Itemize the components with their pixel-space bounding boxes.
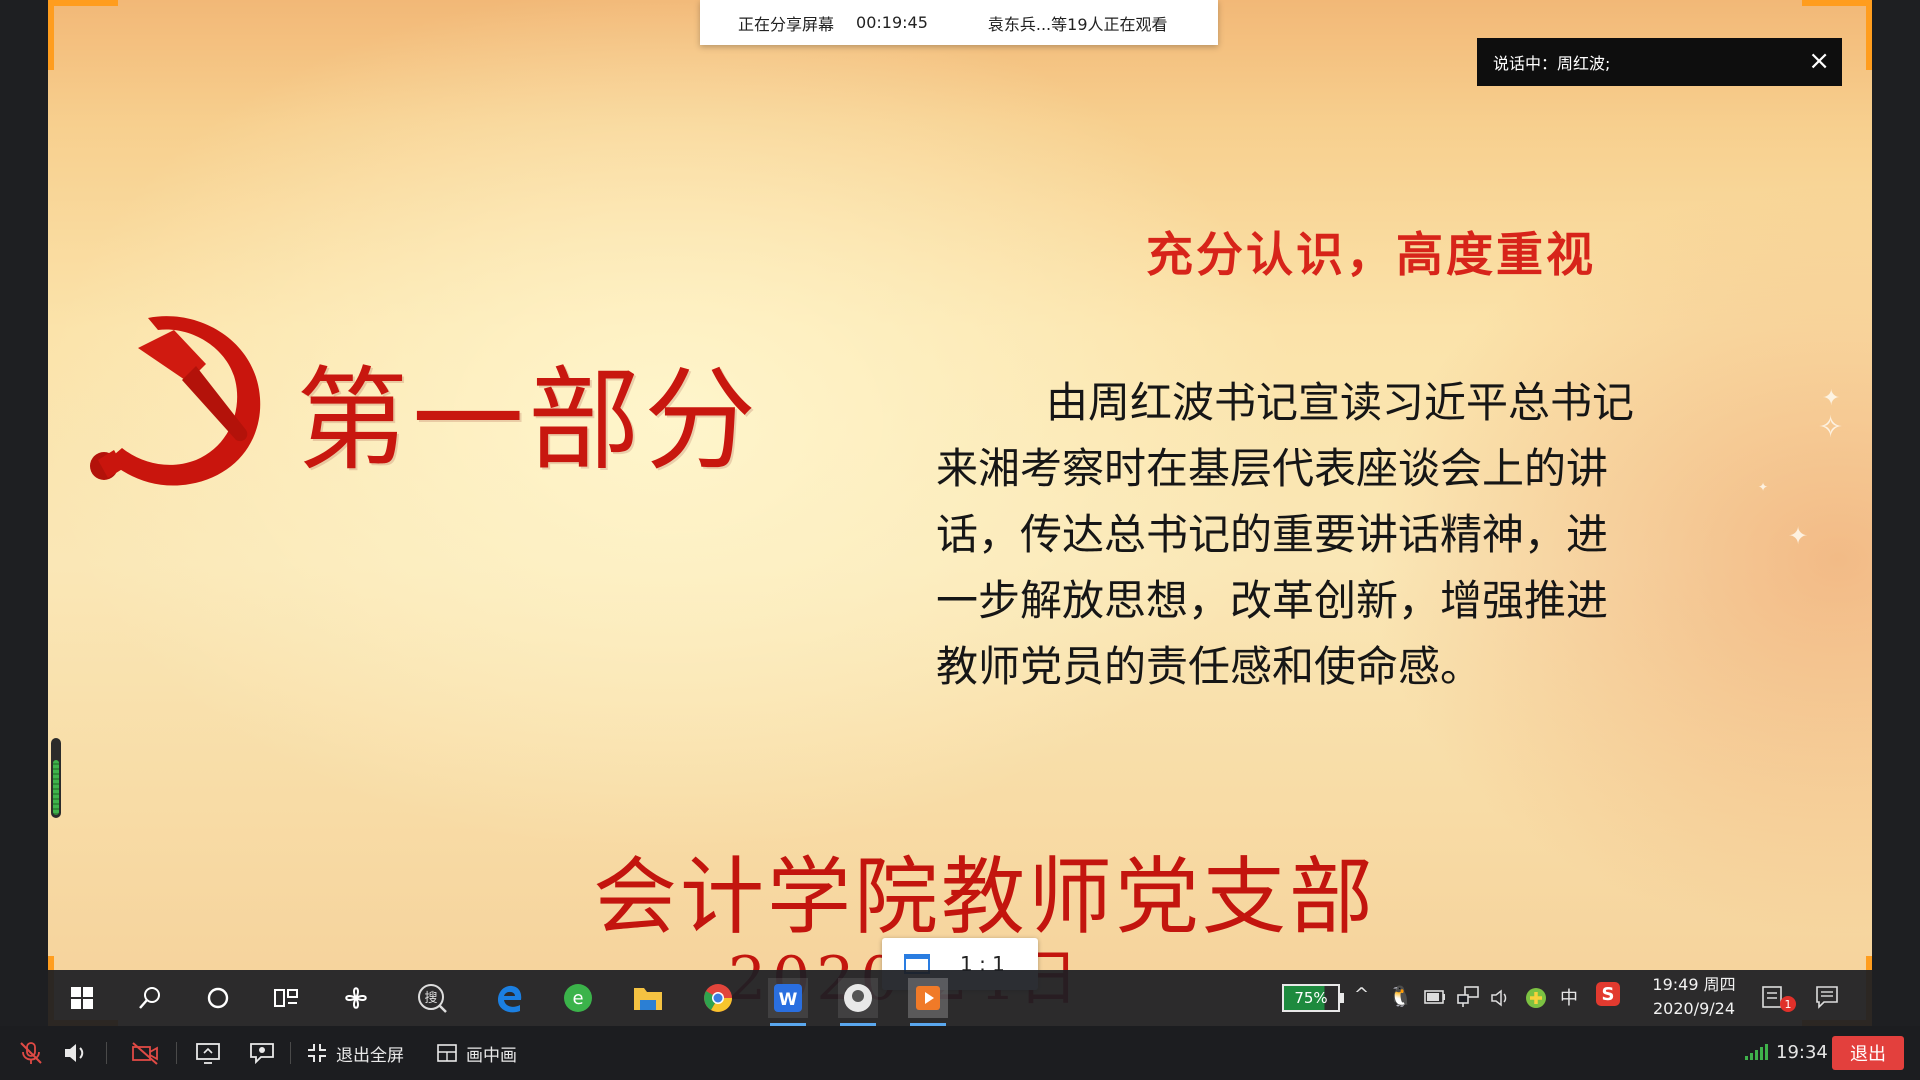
share-status-label: 正在分享屏幕	[738, 14, 835, 34]
picture-in-picture-icon	[437, 1044, 457, 1062]
slide-body-line: 一步解放思想，改革创新，增强推进	[936, 576, 1609, 625]
slide-heading: 充分认识，高度重视	[1146, 228, 1596, 283]
mic-volume-level	[53, 760, 59, 815]
share-duration: 00:19:45	[856, 13, 928, 32]
share-frame-corner	[48, 0, 118, 70]
sogou-ime-icon[interactable]: S	[1596, 982, 1620, 1006]
pinwheel-app-icon[interactable]	[336, 978, 376, 1018]
exit-button[interactable]: 退出	[1832, 1036, 1904, 1070]
windows-taskbar: 搜 e W 75% ^ 🐧 中 S 19:49 周四 2020/9/24 1	[48, 970, 1872, 1026]
ime-indicator[interactable]: 中	[1560, 984, 1578, 1010]
svg-text:搜: 搜	[424, 991, 437, 1006]
sparkle-decoration: ✦	[1788, 522, 1809, 550]
picture-in-picture-button[interactable]: 画中画	[436, 1038, 517, 1068]
media-player-icon[interactable]	[908, 978, 948, 1026]
action-center-icon[interactable]	[1814, 984, 1840, 1010]
mic-volume-meter	[51, 738, 61, 818]
exit-fullscreen-label: 退出全屏	[336, 1045, 404, 1066]
edge-icon[interactable]	[488, 978, 528, 1018]
speaker-icon	[65, 1044, 84, 1062]
qq-video-icon[interactable]	[838, 978, 878, 1026]
camera-off-button[interactable]	[130, 1038, 160, 1068]
share-status-bar: 正在分享屏幕 00:19:45 袁东兵...等19人正在观看	[700, 0, 1218, 45]
shared-screen: ✦ ✧ ✦ ✦ 第一部分 充分认识，高度重视 由周红波书记宣读习近平总书记 来湘…	[48, 0, 1872, 1026]
speaking-label: 说话中：周红波;	[1493, 54, 1611, 73]
close-icon[interactable]: ×	[1808, 46, 1830, 76]
notification-badge: 1	[1780, 996, 1796, 1012]
clock-date: 2020/9/24	[1652, 999, 1736, 1018]
divider	[176, 1042, 177, 1064]
battery-indicator[interactable]: 75%	[1282, 984, 1344, 1012]
svg-text:e: e	[572, 988, 583, 1009]
chat-icon	[250, 1043, 274, 1065]
ie-green-icon[interactable]: e	[558, 978, 598, 1018]
signal-strength-icon	[1745, 1044, 1768, 1060]
screen-share-button[interactable]	[194, 1038, 222, 1068]
meeting-control-bar: 退出全屏 画中画 19:34 退出	[0, 1026, 1920, 1080]
meeting-clock: 19:34	[1776, 1042, 1828, 1063]
divider	[290, 1042, 291, 1064]
mic-muted-button[interactable]	[18, 1038, 44, 1068]
green-plus-app-icon[interactable]	[1524, 986, 1548, 1010]
picture-in-picture-label: 画中画	[466, 1045, 517, 1066]
windows-start-icon[interactable]	[62, 978, 102, 1018]
svg-text:W: W	[779, 990, 798, 1010]
task-view-icon[interactable]	[266, 978, 306, 1018]
sogou-search-icon[interactable]: 搜	[412, 978, 452, 1018]
clock-time: 19:49 周四	[1652, 975, 1736, 994]
file-explorer-icon[interactable]	[628, 978, 668, 1018]
network-icon[interactable]	[1456, 986, 1480, 1008]
slide-body-line: 由周红波书记宣读习近平总书记	[1046, 378, 1635, 427]
sparkle-decoration: ✦	[1758, 480, 1769, 494]
exit-fullscreen-icon	[308, 1044, 326, 1062]
hammer-sickle-emblem	[90, 316, 261, 486]
search-icon[interactable]	[130, 978, 170, 1018]
slide-body: 由周红波书记宣读习近平总书记 来湘考察时在基层代表座谈会上的讲 话，传达总书记的…	[936, 370, 1696, 700]
speaker-icon[interactable]	[1490, 988, 1512, 1008]
tray-chevron-icon[interactable]: ^	[1354, 984, 1369, 1005]
speaking-indicator: 说话中：周红波; ×	[1477, 38, 1842, 86]
part-title: 第一部分	[296, 356, 760, 486]
slide-body-line: 话，传达总书记的重要讲话精神，进	[936, 510, 1609, 559]
cortana-icon[interactable]	[198, 978, 238, 1018]
taskbar-clock[interactable]: 19:49 周四 2020/9/24	[1640, 973, 1748, 1021]
camera-off-icon	[132, 1042, 158, 1065]
speaker-button[interactable]	[62, 1038, 88, 1068]
exit-fullscreen-button[interactable]: 退出全屏	[306, 1038, 404, 1068]
chrome-icon[interactable]	[698, 978, 738, 1018]
battery-icon[interactable]	[1424, 990, 1446, 1004]
qq-penguin-icon[interactable]: 🐧	[1388, 984, 1413, 1008]
wps-icon[interactable]: W	[768, 978, 808, 1026]
slide-body-line: 来湘考察时在基层代表座谈会上的讲	[936, 444, 1609, 493]
viewer-count: 袁东兵...等19人正在观看	[987, 14, 1168, 34]
divider	[106, 1042, 107, 1064]
slide-body-line: 教师党员的责任感和使命感。	[936, 642, 1483, 691]
screen-share-icon	[196, 1043, 220, 1064]
sparkle-decoration: ✦	[1822, 386, 1841, 411]
sparkle-decoration: ✧	[1818, 410, 1844, 445]
chat-button[interactable]	[248, 1038, 276, 1068]
mic-muted-icon	[20, 1042, 42, 1064]
